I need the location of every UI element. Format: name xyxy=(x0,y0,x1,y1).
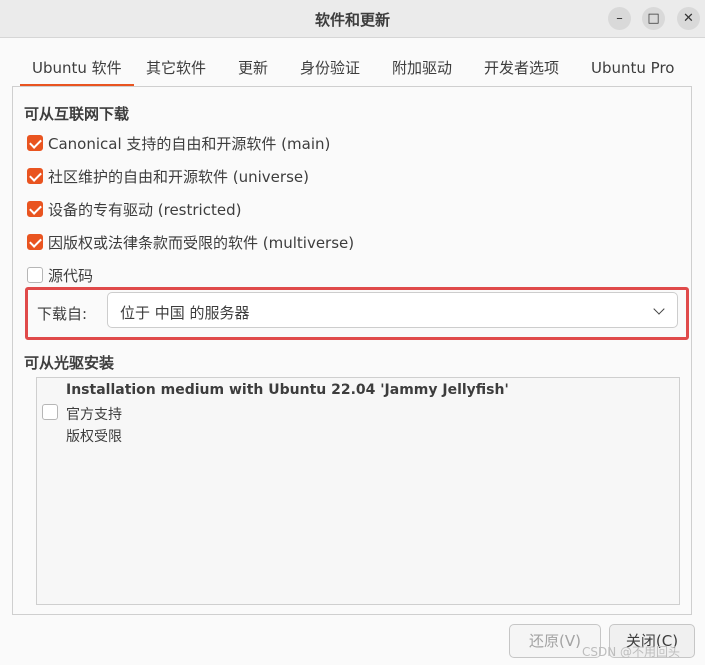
option-source-code[interactable]: 源代码 xyxy=(27,264,93,286)
title-bar: 软件和更新 – □ ✕ xyxy=(0,0,705,38)
cdrom-checkbox[interactable] xyxy=(42,404,58,420)
tab-ubuntu-software[interactable]: Ubuntu 软件 xyxy=(20,49,134,87)
tab-authentication[interactable]: 身份验证 xyxy=(300,49,360,87)
download-server-select[interactable]: 位于 中国 的服务器 xyxy=(107,292,678,328)
cdrom-item-support: 官方支持 xyxy=(66,407,122,423)
internet-section-heading: 可从互联网下载 xyxy=(24,105,130,123)
tab-ubuntu-pro[interactable]: Ubuntu Pro xyxy=(591,49,674,87)
multiverse-checkbox[interactable] xyxy=(27,234,43,250)
cdrom-item-title: Installation medium with Ubuntu 22.04 'J… xyxy=(66,382,509,398)
tab-bar: Ubuntu 软件 其它软件 更新 身份验证 附加驱动 开发者选项 Ubuntu… xyxy=(12,49,692,87)
cdrom-section-heading: 可从光驱安装 xyxy=(24,354,115,372)
universe-checkbox[interactable] xyxy=(27,168,43,184)
option-multiverse-label: 因版权或法律条款而受限的软件 (multiverse) xyxy=(48,233,355,252)
chevron-down-icon xyxy=(653,303,665,315)
option-multiverse[interactable]: 因版权或法律条款而受限的软件 (multiverse) xyxy=(27,231,354,253)
option-main[interactable]: Canonical 支持的自由和开源软件 (main) xyxy=(27,132,330,154)
maximize-icon[interactable]: □ xyxy=(642,7,665,30)
watermark-text: CSDN @不用回头 xyxy=(582,645,681,659)
option-source-code-label: 源代码 xyxy=(48,266,94,285)
tab-developer-options[interactable]: 开发者选项 xyxy=(484,49,559,87)
minimize-icon[interactable]: – xyxy=(608,7,631,30)
option-restricted-label: 设备的专有驱动 (restricted) xyxy=(48,200,242,219)
option-universe-label: 社区维护的自由和开源软件 (universe) xyxy=(48,167,309,186)
download-from-label: 下载自: xyxy=(37,305,88,323)
restricted-checkbox[interactable] xyxy=(27,201,43,217)
source-code-checkbox[interactable] xyxy=(27,267,43,283)
option-main-label: Canonical 支持的自由和开源软件 (main) xyxy=(48,134,331,153)
option-universe[interactable]: 社区维护的自由和开源软件 (universe) xyxy=(27,165,309,187)
cdrom-list: Installation medium with Ubuntu 22.04 'J… xyxy=(36,377,680,605)
tab-other-software[interactable]: 其它软件 xyxy=(146,49,206,87)
window-title: 软件和更新 xyxy=(314,11,390,29)
download-server-value: 位于 中国 的服务器 xyxy=(120,304,250,322)
option-restricted[interactable]: 设备的专有驱动 (restricted) xyxy=(27,198,241,220)
main-checkbox[interactable] xyxy=(27,135,43,151)
tab-updates[interactable]: 更新 xyxy=(238,49,268,87)
cdrom-item-license: 版权受限 xyxy=(66,429,122,445)
close-icon[interactable]: ✕ xyxy=(677,7,700,30)
tab-additional-drivers[interactable]: 附加驱动 xyxy=(392,49,452,87)
